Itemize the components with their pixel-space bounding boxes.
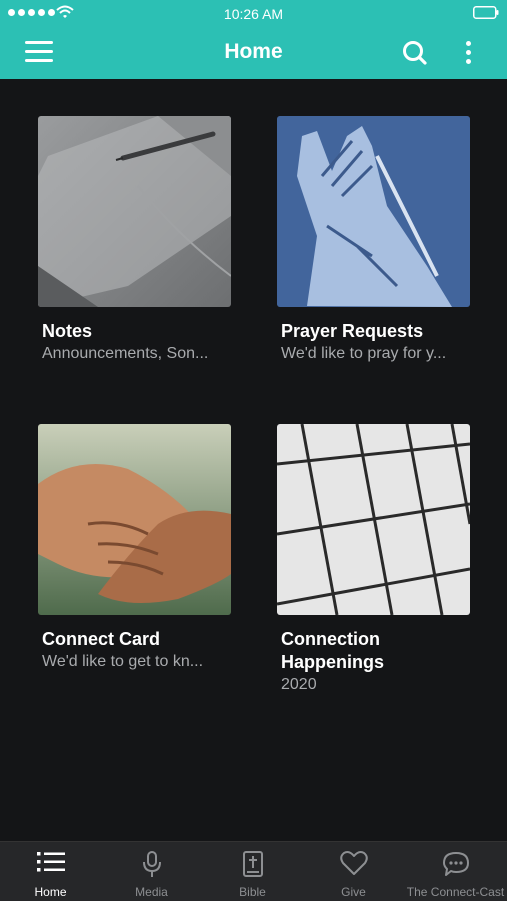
bible-icon — [242, 851, 263, 877]
tile-title: Connection Happenings — [281, 629, 385, 672]
tab-bible[interactable]: Bible — [202, 842, 303, 901]
tile-title: Connect Card — [42, 629, 161, 649]
tile-title: Prayer Requests — [281, 321, 424, 341]
tab-the-connect-cast[interactable]: The Connect-Cast — [404, 842, 507, 901]
tile-notes[interactable]: Notes Announcements, Son... — [38, 116, 231, 364]
bottom-tab-bar: Home Media Bible Give The Connect-Cast — [0, 841, 507, 901]
tab-label: Media — [135, 885, 168, 899]
tile-subtitle: Announcements, Son... — [42, 345, 209, 362]
microphone-icon — [142, 851, 161, 877]
tab-home[interactable]: Home — [0, 842, 101, 901]
connect-card-image — [38, 424, 231, 615]
tab-label: Give — [341, 885, 366, 899]
list-icon — [36, 852, 65, 872]
search-icon — [403, 41, 427, 65]
tab-media[interactable]: Media — [101, 842, 202, 901]
prayer-requests-image — [277, 116, 470, 307]
tile-subtitle: We'd like to pray for y... — [281, 345, 447, 362]
tab-label: Bible — [239, 885, 266, 899]
search-button[interactable] — [400, 38, 430, 68]
notes-image — [38, 116, 231, 307]
more-options-button[interactable] — [458, 38, 478, 68]
tile-prayer-requests[interactable]: Prayer Requests We'd like to pray for y.… — [277, 116, 470, 364]
tab-label: The Connect-Cast — [406, 885, 505, 899]
heart-icon — [339, 851, 368, 875]
tile-subtitle: 2020 — [281, 676, 317, 693]
status-bar: 10:26 AM — [0, 0, 507, 28]
chat-bubble-icon — [442, 852, 469, 876]
tab-label: Home — [34, 885, 67, 899]
page-title: Home — [224, 40, 283, 63]
status-time: 10:26 AM — [223, 6, 284, 22]
tile-subtitle: We'd like to get to kn... — [42, 653, 204, 670]
tile-connection-happenings[interactable]: Connection Happenings 2020 — [277, 424, 470, 695]
tab-give[interactable]: Give — [303, 842, 404, 901]
app-header-bar: 10:26 AM Home — [0, 0, 507, 79]
battery-icon — [473, 6, 499, 19]
calendar-image — [277, 424, 470, 615]
tile-connect-card[interactable]: Connect Card We'd like to get to kn... — [38, 424, 231, 672]
tile-title: Notes — [42, 321, 93, 341]
